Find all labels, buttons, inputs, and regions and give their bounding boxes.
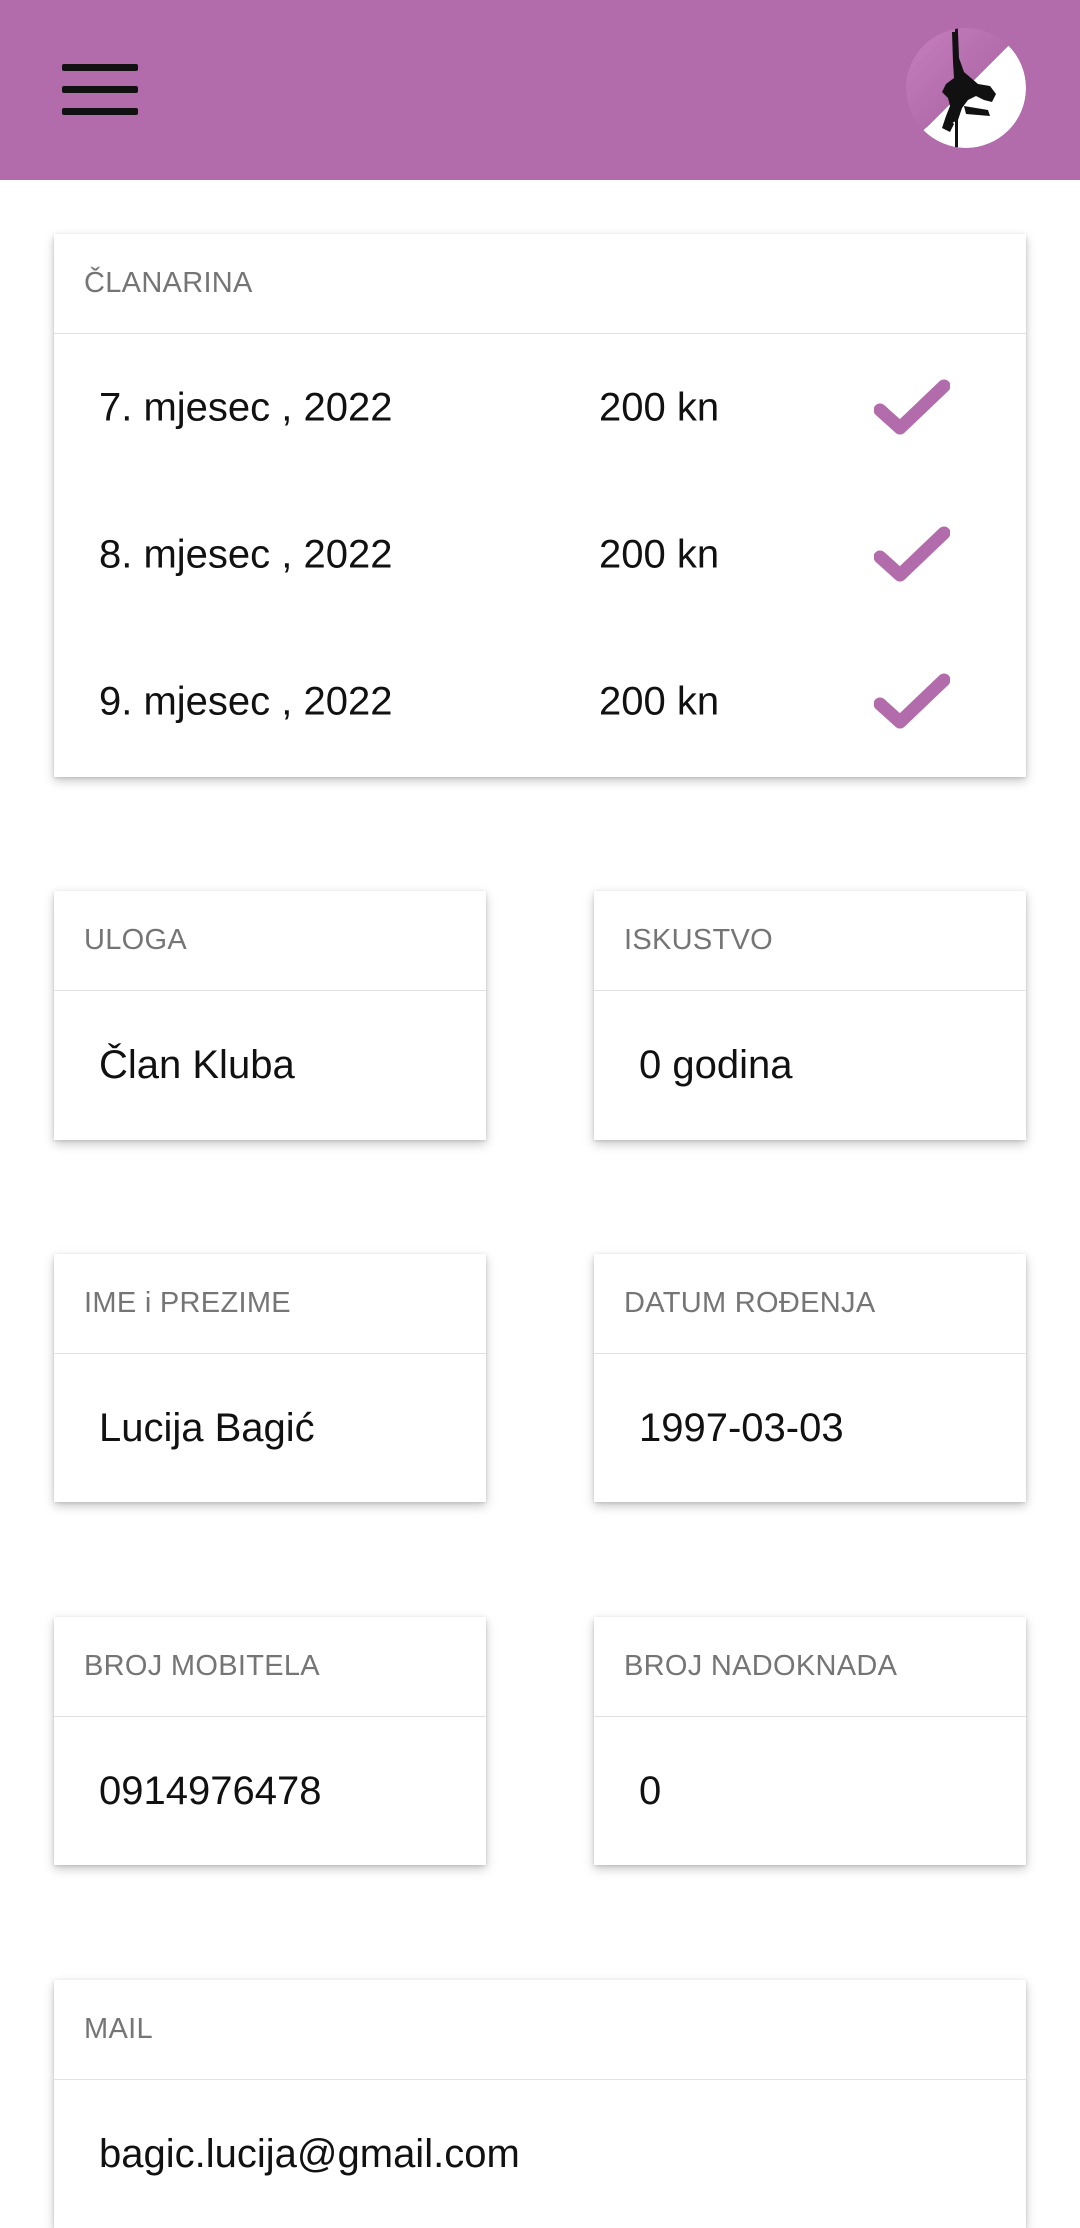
- compensations-card: BROJ NADOKNADA 0: [594, 1617, 1026, 1865]
- mail-value: bagic.lucija@gmail.com: [99, 2131, 520, 2176]
- fee-month: 7. mjesec , 2022: [99, 385, 393, 429]
- checkmark-icon: [874, 379, 950, 434]
- phone-value: 0914976478: [99, 1768, 322, 1813]
- role-label: ULOGA: [54, 891, 486, 991]
- menu-bar-line: [62, 64, 138, 71]
- menu-bar-line: [62, 86, 138, 93]
- membership-card: ČLANARINA 7. mjesec , 2022 200 kn 8. mje…: [54, 234, 1026, 777]
- list-item: 7. mjesec , 2022 200 kn: [54, 334, 1026, 481]
- compensations-label: BROJ NADOKNADA: [594, 1617, 1026, 1717]
- name-label: IME i PREZIME: [54, 1254, 486, 1354]
- phone-label: BROJ MOBITELA: [54, 1617, 486, 1717]
- fee-amount: 200 kn: [599, 679, 720, 723]
- fee-month: 9. mjesec , 2022: [99, 679, 393, 723]
- compensations-value: 0: [639, 1768, 662, 1813]
- phone-card: BROJ MOBITELA 0914976478: [54, 1617, 486, 1865]
- birthdate-label: DATUM ROĐENJA: [594, 1254, 1026, 1354]
- role-value: Član Kluba: [99, 1042, 295, 1087]
- name-value: Lucija Bagić: [99, 1405, 315, 1450]
- experience-label: ISKUSTVO: [594, 891, 1026, 991]
- list-item: 9. mjesec , 2022 200 kn: [54, 628, 1026, 775]
- birthdate-card: DATUM ROĐENJA 1997-03-03: [594, 1254, 1026, 1502]
- role-card: ULOGA Član Kluba: [54, 891, 486, 1140]
- pole-dancer-logo-icon: [906, 28, 1026, 148]
- mail-card: MAIL bagic.lucija@gmail.com: [54, 1980, 1026, 2228]
- birthdate-value: 1997-03-03: [639, 1405, 844, 1450]
- app-bar: [0, 0, 1080, 180]
- experience-card: ISKUSTVO 0 godina: [594, 891, 1026, 1140]
- fee-amount: 200 kn: [599, 532, 720, 576]
- hamburger-menu-icon[interactable]: [52, 52, 148, 128]
- membership-title: ČLANARINA: [54, 234, 1026, 334]
- menu-bar-line: [62, 108, 138, 115]
- fee-month: 8. mjesec , 2022: [99, 532, 393, 576]
- list-item: 8. mjesec , 2022 200 kn: [54, 481, 1026, 628]
- fee-amount: 200 kn: [599, 385, 720, 429]
- checkmark-icon: [874, 526, 950, 581]
- mail-label: MAIL: [54, 1980, 1026, 2080]
- experience-value: 0 godina: [639, 1042, 793, 1087]
- name-card: IME i PREZIME Lucija Bagić: [54, 1254, 486, 1502]
- checkmark-icon: [874, 673, 950, 728]
- avatar[interactable]: [906, 28, 1026, 148]
